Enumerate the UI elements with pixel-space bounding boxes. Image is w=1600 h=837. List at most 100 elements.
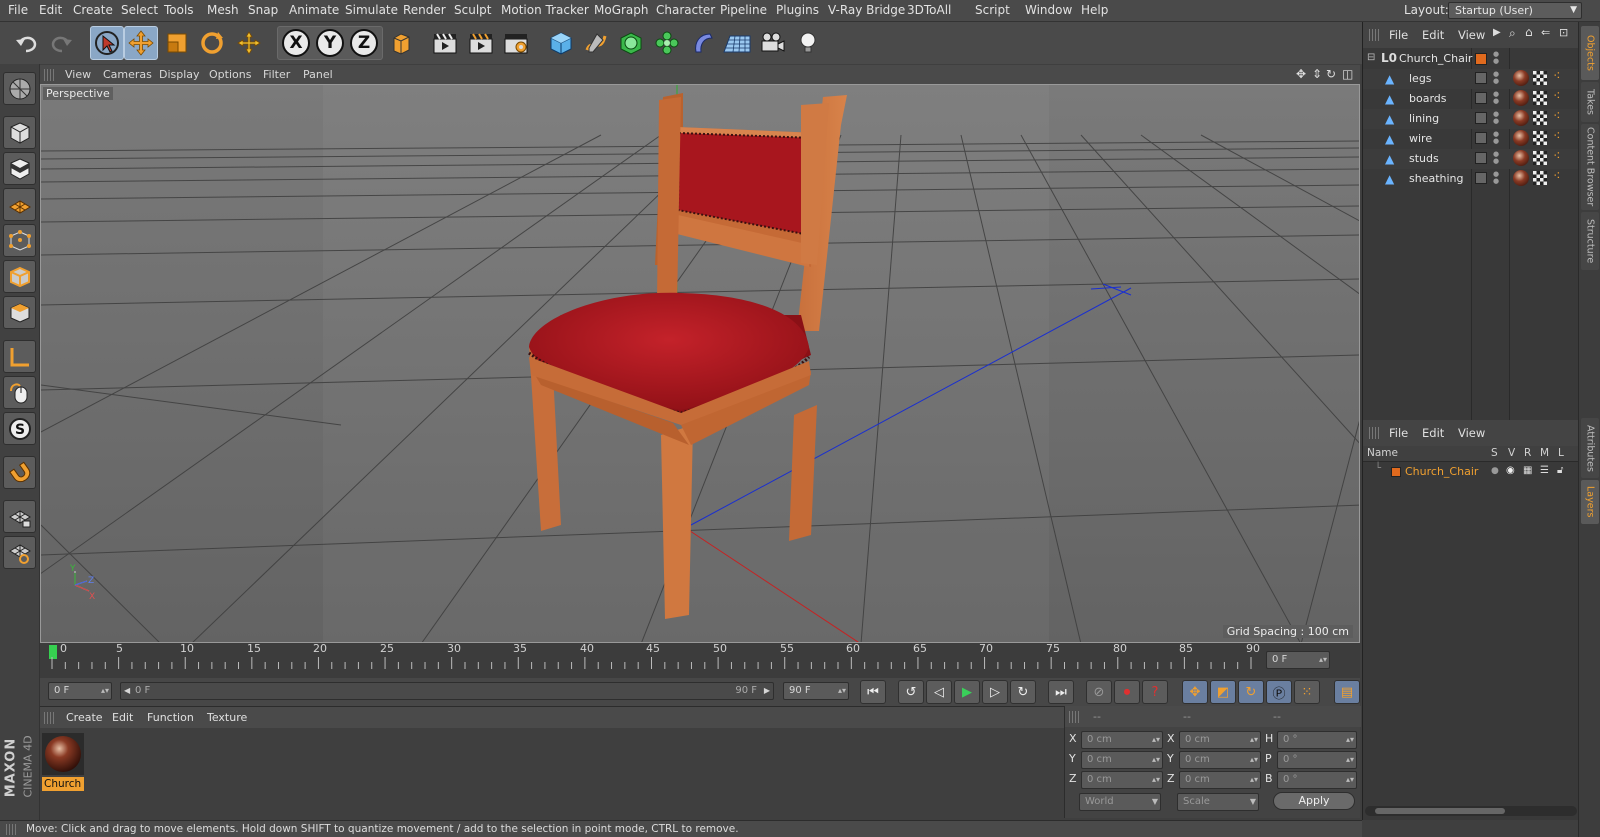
- layer-row-church-chair[interactable]: └ Church_Chair ● ◉ ▦ ☰ 🔓︎: [1363, 463, 1579, 481]
- live-selection-button[interactable]: [90, 26, 124, 60]
- menu-3dtoall[interactable]: 3DToAll: [907, 3, 951, 17]
- back-icon[interactable]: ⇐: [1541, 26, 1550, 39]
- layer-slot-icon[interactable]: [1475, 112, 1487, 124]
- horizontal-scrollbar[interactable]: [1365, 806, 1577, 816]
- key-scale-button[interactable]: ◩: [1210, 680, 1236, 704]
- collapse-icon[interactable]: ⊟: [1367, 52, 1375, 63]
- menu-animate[interactable]: Animate: [289, 3, 339, 17]
- home-icon[interactable]: ⌂: [1525, 25, 1533, 39]
- menu-mesh[interactable]: Mesh: [207, 3, 239, 17]
- tab-attributes[interactable]: Attributes: [1581, 418, 1599, 478]
- go-to-start-button[interactable]: ⏮: [860, 680, 886, 704]
- texture-mode-button[interactable]: [3, 152, 36, 185]
- object-row-lining[interactable]: ▲ lining ● ● ⁖: [1363, 109, 1579, 129]
- position-z-field[interactable]: 0 cm ▴▾: [1081, 771, 1163, 789]
- menu-create[interactable]: Create: [73, 3, 113, 17]
- lock-workplane-button[interactable]: [3, 500, 36, 533]
- apply-button[interactable]: Apply: [1273, 792, 1355, 810]
- viewport-menu-cameras[interactable]: Cameras: [103, 68, 152, 81]
- rotation-p-field[interactable]: 0 ° ▴▾: [1277, 751, 1357, 769]
- tab-structure[interactable]: Structure: [1581, 212, 1599, 270]
- magnet-button[interactable]: [3, 456, 36, 489]
- object-row-legs[interactable]: ▲ legs ● ● ⁖: [1363, 69, 1579, 89]
- viewport-menu-panel[interactable]: Panel: [303, 68, 333, 81]
- layer-menu-view[interactable]: View: [1458, 426, 1485, 440]
- viewport-menu-display[interactable]: Display: [159, 68, 200, 81]
- menu-pipeline[interactable]: Pipeline: [720, 3, 767, 17]
- phong-tag-icon[interactable]: ⁖: [1553, 169, 1561, 184]
- make-editable-button[interactable]: [3, 72, 36, 105]
- visibility-dots-icon[interactable]: ● ●: [1493, 91, 1499, 105]
- render-settings-button[interactable]: [499, 26, 533, 60]
- visibility-dots-icon[interactable]: ● ●: [1493, 131, 1499, 145]
- viewport-menu-options[interactable]: Options: [209, 68, 251, 81]
- tab-objects[interactable]: Objects: [1581, 26, 1599, 80]
- size-y-field[interactable]: 0 cm ▴▾: [1179, 751, 1261, 769]
- end-frame-field[interactable]: 90 F ▴▾: [783, 682, 849, 700]
- layer-slot-icon[interactable]: [1475, 132, 1487, 144]
- key-rotation-button[interactable]: ↻: [1238, 680, 1264, 704]
- tab-layers[interactable]: Layers: [1581, 480, 1599, 524]
- phong-tag-icon[interactable]: ⁖: [1553, 129, 1561, 144]
- menu-script[interactable]: Script: [975, 3, 1010, 17]
- object-row-boards[interactable]: ▲ boards ● ● ⁖: [1363, 89, 1579, 109]
- eye-icon[interactable]: ◉: [1506, 465, 1515, 476]
- object-row-sheathing[interactable]: ▲ sheathing ● ● ⁖: [1363, 169, 1579, 189]
- viewport-rotate-icon[interactable]: ↻: [1326, 67, 1336, 81]
- keyframe-selection-button[interactable]: ?: [1142, 680, 1168, 704]
- material-tag-icon[interactable]: [1513, 150, 1529, 166]
- range-left-arrow-icon[interactable]: ◀: [124, 683, 130, 699]
- object-menu-file[interactable]: File: [1389, 28, 1408, 42]
- tab-takes[interactable]: Takes: [1581, 82, 1599, 122]
- phong-tag-icon[interactable]: ⁖: [1553, 89, 1561, 104]
- current-frame-field[interactable]: 0 F ▴▾: [1266, 651, 1330, 669]
- go-to-end-button[interactable]: ⏭: [1048, 680, 1074, 704]
- workplane-settings-button[interactable]: [3, 536, 36, 569]
- light-button[interactable]: [791, 26, 825, 60]
- solo-toggle-icon[interactable]: ●: [1491, 466, 1499, 476]
- material-menu-texture[interactable]: Texture: [207, 711, 247, 724]
- y-axis-lock-button[interactable]: Y: [316, 29, 344, 57]
- menu-motion-tracker[interactable]: Motion Tracker: [501, 3, 589, 17]
- floor-button[interactable]: [720, 26, 754, 60]
- visibility-dots-icon[interactable]: ● ●: [1493, 111, 1499, 125]
- snapping-button[interactable]: S: [3, 412, 36, 445]
- rotation-b-field[interactable]: 0 ° ▴▾: [1277, 771, 1357, 789]
- model-mode-button[interactable]: [3, 116, 36, 149]
- uvw-tag-icon[interactable]: [1533, 91, 1547, 105]
- menu-mograph[interactable]: MoGraph: [594, 3, 649, 17]
- previous-frame-button[interactable]: ◁: [926, 680, 952, 704]
- size-mode-select[interactable]: Scale ▼: [1177, 793, 1259, 811]
- phong-tag-icon[interactable]: ⁖: [1553, 109, 1561, 124]
- pen-spline-button[interactable]: [579, 26, 613, 60]
- workplane-mode-button[interactable]: [3, 188, 36, 221]
- material-tag-icon[interactable]: [1513, 110, 1529, 126]
- layer-slot-icon[interactable]: [1475, 72, 1487, 84]
- object-menu-edit[interactable]: Edit: [1422, 28, 1444, 42]
- next-frame-button[interactable]: ▷: [982, 680, 1008, 704]
- visibility-dots-icon[interactable]: ● ●: [1493, 71, 1499, 85]
- scrollbar-thumb[interactable]: [1375, 808, 1505, 814]
- menu-snap[interactable]: Snap: [248, 3, 278, 17]
- uvw-tag-icon[interactable]: [1533, 171, 1547, 185]
- manager-list-icon[interactable]: ☰: [1540, 465, 1549, 476]
- menu-select[interactable]: Select: [121, 3, 158, 17]
- undo-button[interactable]: [10, 26, 44, 60]
- start-frame-field[interactable]: 0 F ▴▾: [48, 682, 112, 700]
- timeline-ruler[interactable]: 0 5 10 15 20 25 30 35 40 45 50 55 60 65 …: [40, 642, 1360, 678]
- object-row-studs[interactable]: ▲ studs ● ● ⁖: [1363, 149, 1579, 169]
- menu-tools[interactable]: Tools: [164, 3, 194, 17]
- material-menu-create[interactable]: Create: [66, 711, 103, 724]
- object-row-wire[interactable]: ▲ wire ● ● ⁖: [1363, 129, 1579, 149]
- size-z-field[interactable]: 0 cm ▴▾: [1179, 771, 1261, 789]
- menu-simulate[interactable]: Simulate: [345, 3, 398, 17]
- uvw-tag-icon[interactable]: [1533, 131, 1547, 145]
- layer-menu-file[interactable]: File: [1389, 426, 1408, 440]
- material-swatch-church[interactable]: Church: [42, 733, 84, 795]
- render-view-button[interactable]: [428, 26, 462, 60]
- next-keyframe-button[interactable]: ↻: [1010, 680, 1036, 704]
- frame-range-slider[interactable]: ◀ 0 F 90 F ▶: [120, 682, 774, 700]
- key-position-button[interactable]: ✥: [1182, 680, 1208, 704]
- layout-select[interactable]: Startup (User) ▼: [1448, 2, 1582, 19]
- rotation-h-field[interactable]: 0 ° ▴▾: [1277, 731, 1357, 749]
